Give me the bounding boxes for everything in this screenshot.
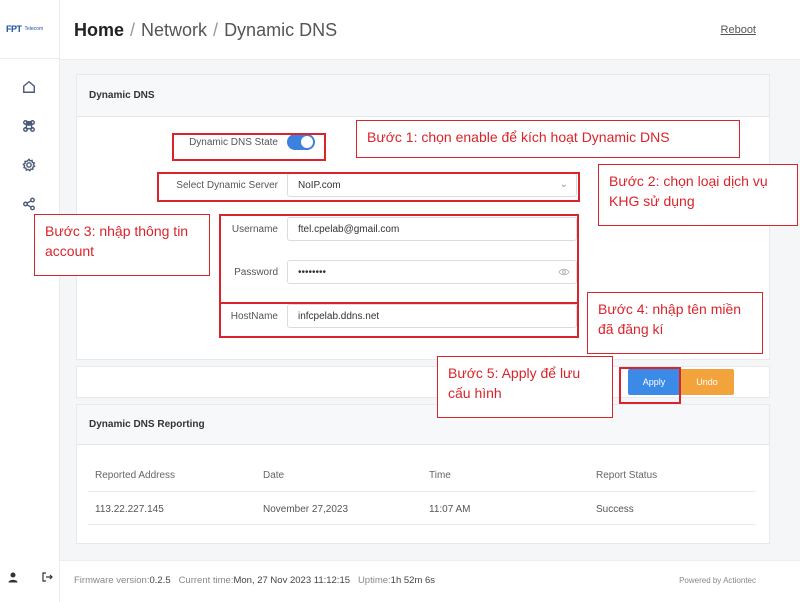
table-cell: November 27,2023 [263, 504, 349, 515]
column-header: Report Status [596, 470, 658, 481]
card-title: Dynamic DNS Reporting [77, 405, 769, 445]
divider [0, 58, 60, 59]
header: Home / Network / Dynamic DNS Reboot [60, 0, 800, 60]
time-label: Current time: [178, 575, 234, 586]
firmware-label: Firmware version: [74, 575, 150, 586]
breadcrumb-separator: / [130, 20, 136, 40]
time-value: Mon, 27 Nov 2023 11:12:15 [233, 575, 351, 586]
footer-status: Firmware version:0.2.5 Current time:Mon,… [74, 575, 435, 586]
highlight-box [219, 302, 579, 338]
ddns-reporting-card: Dynamic DNS Reporting [76, 404, 770, 544]
command-icon[interactable] [18, 115, 40, 137]
share-icon[interactable] [18, 193, 40, 215]
undo-button[interactable]: Undo [680, 369, 734, 395]
gear-icon[interactable] [18, 154, 40, 176]
table-cell: 11:07 AM [429, 504, 471, 515]
breadcrumb-network[interactable]: Network [141, 20, 207, 40]
annotation-step5: Bước 5: Apply để lưu cấu hình [437, 356, 613, 418]
table-cell: Success [596, 504, 634, 515]
breadcrumb-separator: / [213, 20, 219, 40]
breadcrumb-home[interactable]: Home [74, 20, 124, 40]
column-header: Reported Address [95, 470, 176, 481]
logo-mark: FPT [6, 24, 22, 34]
powered-by: Powered by Actiontec [679, 576, 756, 585]
breadcrumb-current: Dynamic DNS [224, 20, 338, 40]
logout-icon[interactable] [38, 568, 56, 586]
annotation-step3: Bước 3: nhập thông tin account [34, 214, 210, 276]
annotation-step1: Bước 1: chọn enable để kích hoạt Dynamic… [356, 120, 740, 158]
annotation-step4: Bước 4: nhập tên miền đã đăng kí [587, 292, 763, 354]
divider [88, 524, 756, 525]
logo-text: Telecom [24, 26, 44, 32]
column-header: Time [429, 470, 451, 481]
divider [88, 491, 756, 492]
fpt-telecom-logo: FPT Telecom [6, 22, 56, 36]
sidebar: FPT Telecom [0, 0, 60, 602]
footer: Firmware version:0.2.5 Current time:Mon,… [60, 560, 800, 602]
highlight-box [157, 172, 580, 202]
column-header: Date [263, 470, 285, 481]
breadcrumb: Home / Network / Dynamic DNS [74, 20, 337, 41]
annotation-step2: Bước 2: chọn loại dịch vụ KHG sử dụng [598, 164, 798, 226]
highlight-box [172, 133, 326, 161]
card-title: Dynamic DNS [77, 75, 769, 117]
highlight-box [219, 214, 579, 304]
firmware-value: 0.2.5 [149, 575, 171, 586]
reboot-link[interactable]: Reboot [721, 24, 756, 36]
highlight-box [619, 367, 681, 404]
uptime-value: 1h 52m 6s [390, 575, 436, 586]
uptime-label: Uptime: [357, 575, 391, 586]
table-cell: 113.22.227.145 [95, 504, 164, 515]
home-icon[interactable] [18, 76, 40, 98]
user-icon[interactable] [4, 568, 22, 586]
